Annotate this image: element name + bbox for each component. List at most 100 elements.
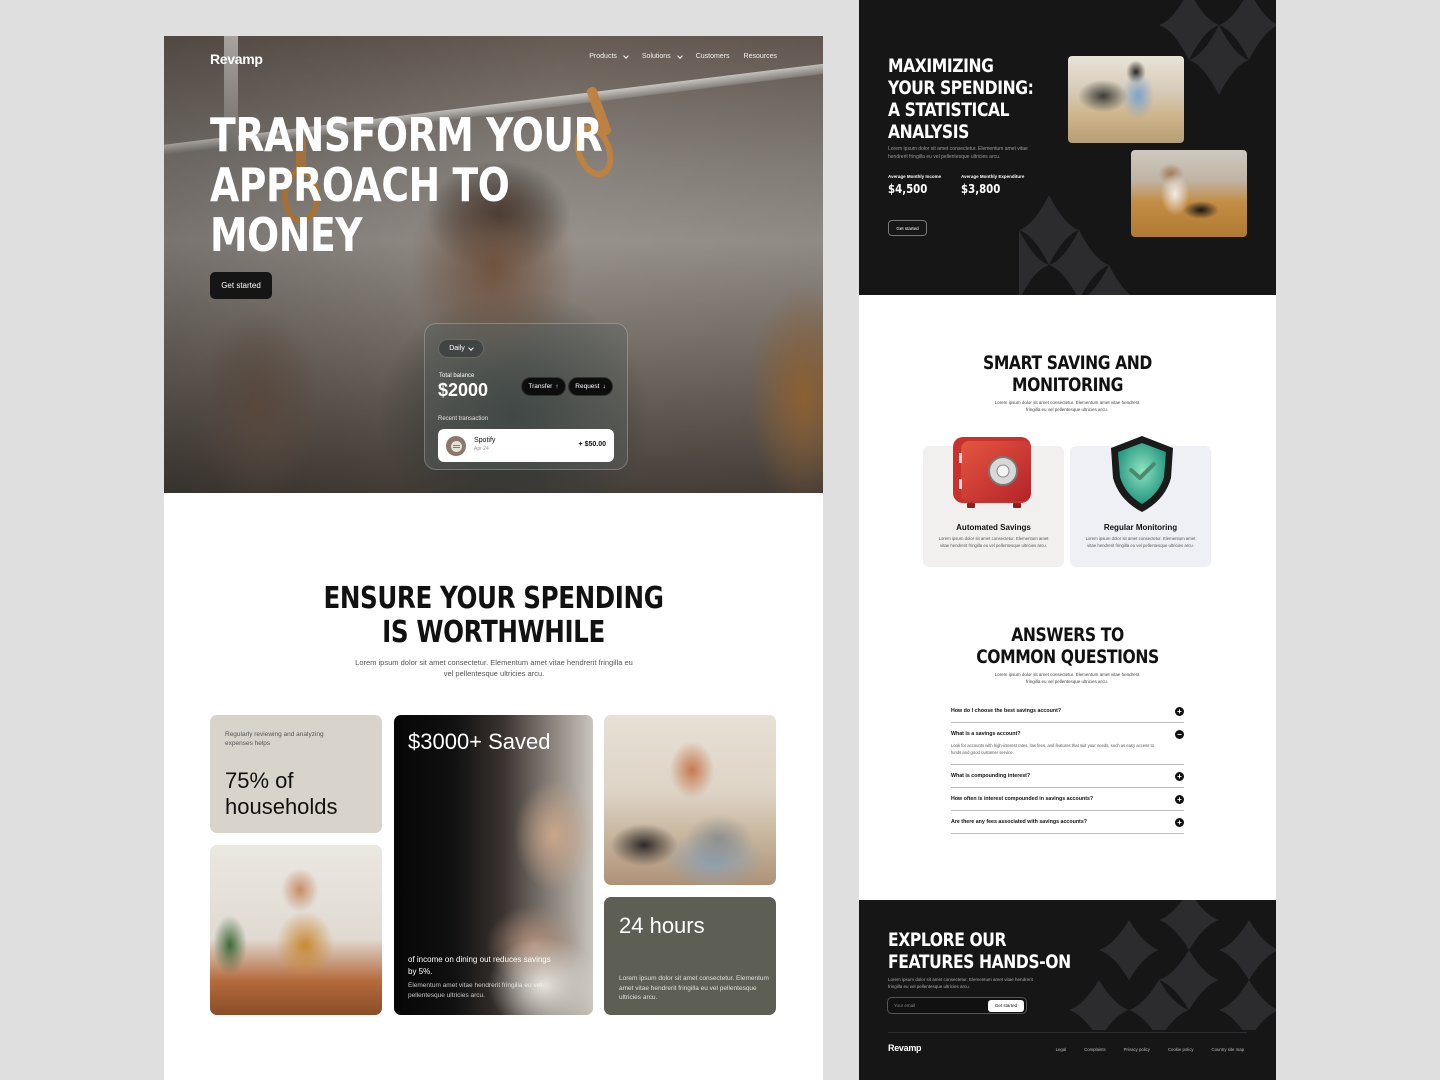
plus-icon[interactable]: + [1175,772,1184,781]
feature-description: Lorem ipsum dolor sit amet consectetur. … [938,536,1049,548]
title-line: your spending: [888,77,1034,99]
period-value: Daily [449,345,465,352]
feature-description: Lorem ipsum dolor sit amet consectetur. … [1085,536,1196,548]
footer-link-complaints[interactable]: Complaints [1084,1047,1106,1052]
stat-value: 24 hours [619,913,705,938]
nav-customers[interactable]: Customers [696,53,730,60]
expenditure-value: $3,800 [961,182,1001,196]
footer-brand-logo[interactable]: Revamp [888,1043,922,1053]
statistics-section: Maximizing your spending: a statistical … [859,0,1276,295]
section-subtitle: Lorem ipsum dolor sit amet consectetur. … [994,400,1140,412]
faq-list: How do I choose the best savings account… [951,700,1184,834]
section-subtitle: Lorem ipsum dolor sit amet consectetur. … [994,672,1140,684]
chevron-down-icon [623,52,629,59]
title-line: monitoring [1012,374,1123,396]
period-select[interactable]: Daily [438,339,484,358]
title-line: Smart saving and [983,352,1152,374]
faq-question: How often is interest compounded in savi… [951,796,1094,802]
balance-card: Daily Total balance $2000 Transfer ↑ Req… [424,323,628,470]
request-button[interactable]: Request ↓ [568,377,613,396]
get-started-button[interactable]: Get started [888,220,927,236]
diamond-pattern-decoration [1019,0,1276,295]
shield-check-icon [1111,436,1173,512]
section-title: Smart saving and monitoring [897,352,1239,396]
request-label: Request [575,383,600,390]
email-signup-form: Get started [887,997,1027,1014]
hero-section: Revamp Products Solutions Customers Reso… [164,36,823,493]
landing-page: Revamp Products Solutions Customers Reso… [164,36,823,1080]
title-line: a statistical [888,99,1010,121]
recent-transaction-label: Recent transaction [438,416,489,422]
feature-title: Automated Savings [956,523,1031,532]
footer-divider [888,1032,1247,1033]
nav-label: Customers [695,53,730,60]
transaction-name: Spotify [474,437,496,444]
woman-laptop-photo [604,715,776,885]
title-line: Ensure your spending [323,581,664,616]
faq-item[interactable]: Are there any fees associated with savin… [951,811,1184,834]
nav-products[interactable]: Products [589,52,629,60]
title-line: Explore our [888,929,1007,951]
section-subtitle: Lorem ipsum dolor sit amet consectetur. … [888,146,1028,160]
faq-question: What is a savings account? [951,731,1021,737]
footer-link-legal[interactable]: Legal [1056,1047,1067,1052]
title-line: common questions [976,646,1159,668]
faq-item[interactable]: What is compounding interest? + [951,765,1184,788]
cafe-worker-photo [210,845,382,1015]
total-balance-value: $2000 [438,380,489,400]
section-title: Maximizing your spending: a statistical … [888,55,1068,143]
email-input[interactable] [894,998,984,1013]
title-line: is worthwhile [382,615,605,650]
section-title: Explore our features hands-on [888,929,1077,973]
brand-logo[interactable]: Revamp [210,51,263,67]
feature-title: Regular Monitoring [1103,523,1178,532]
footer-link-privacy[interactable]: Privacy policy [1124,1047,1150,1052]
faq-question: How do I choose the best savings account… [951,708,1062,714]
nav-label: Products [589,53,617,60]
hero-title: Transform your approach to money [210,108,603,262]
stat-description: Lorem ipsum dolor sit amet consectetur. … [619,975,769,1001]
saved-stat-card: $3000+ Saved of income on dining out red… [394,715,593,1015]
spotify-icon [446,436,466,456]
faq-question: Are there any fees associated with savin… [951,819,1088,825]
arrow-up-icon: ↑ [555,383,559,390]
nav-resources[interactable]: Resources [744,53,777,60]
title-line: analysis [888,121,969,143]
faq-question: What is compounding interest? [951,773,1031,779]
plus-icon[interactable]: + [1175,707,1184,716]
section-title: Ensure your spending is worthwhile [223,582,763,650]
stat-description: Elementum amet vitae hendrerit fringilla… [408,982,542,999]
faq-item-expanded[interactable]: What is a savings account? Look for acco… [951,723,1184,765]
chevron-down-icon [467,344,474,351]
plus-icon[interactable]: + [1175,818,1184,827]
income-label: Average Monthly Income [888,174,942,179]
stat-caption: of income on dining out reduces savings … [408,955,551,976]
footer-link-sitemap[interactable]: Country site map [1212,1047,1244,1052]
transfer-button[interactable]: Transfer ↑ [521,377,566,396]
households-stat-card: Regularly reviewing and analyzing expens… [210,715,382,833]
hours-stat-card: 24 hours Lorem ipsum dolor sit amet cons… [604,897,776,1015]
main-nav: Products Solutions Customers Resources [589,52,777,60]
minus-icon[interactable]: − [1175,730,1184,739]
transaction-row[interactable]: Spotify Apr 24 + $50.00 [438,429,614,462]
transaction-amount: + $50.00 [578,441,606,448]
title-line: Maximizing [888,55,994,77]
woman-sofa-photo [1131,150,1247,237]
diamond-pattern-decoration [1069,900,1276,1030]
get-started-button[interactable]: Get started [210,272,272,299]
footer-link-cookie[interactable]: Cookie policy [1168,1047,1194,1052]
faq-item[interactable]: How do I choose the best savings account… [951,700,1184,723]
footer-links: Legal Complaints Privacy policy Cookie p… [1056,1047,1244,1052]
cta-footer-section: Explore our features hands-on Lorem ipsu… [859,900,1276,1080]
section-title: Answers to common questions [897,624,1239,668]
safe-icon [953,437,1031,508]
nav-label: Solutions [641,53,671,60]
stat-value: 75% of households [225,768,338,819]
nav-label: Resources [743,53,777,60]
chevron-down-icon [676,52,683,59]
get-started-button[interactable]: Get started [988,999,1024,1012]
expenditure-label: Average Monthly Expenditure [961,174,1025,179]
faq-item[interactable]: How often is interest compounded in savi… [951,788,1184,811]
plus-icon[interactable]: + [1175,795,1184,804]
nav-solutions[interactable]: Solutions [641,52,683,60]
